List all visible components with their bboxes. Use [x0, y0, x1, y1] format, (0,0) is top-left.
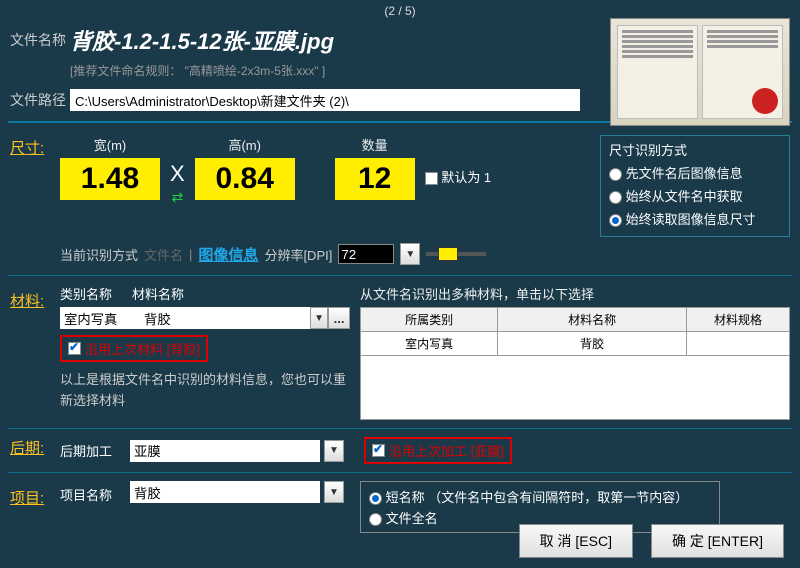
section-project: 项目:	[10, 481, 60, 508]
qty-head: 数量	[335, 135, 415, 158]
recog-title: 尺寸识别方式	[609, 140, 781, 161]
col-matname: 材料名称	[498, 308, 687, 332]
project-combo[interactable]	[130, 481, 320, 503]
fname-dim: 文件名	[144, 245, 183, 264]
cancel-button[interactable]: 取 消 [ESC]	[519, 524, 633, 558]
reuse-post-box[interactable]: 沿用上次加工 [亚膜]	[364, 437, 512, 464]
width-head: 宽(m)	[60, 135, 160, 158]
label-filename: 文件名称	[10, 30, 70, 50]
recog-opt2[interactable]: 始终从文件名中获取	[609, 184, 781, 207]
filepath-input[interactable]	[70, 89, 580, 111]
post-combo[interactable]	[130, 440, 320, 462]
ok-button[interactable]: 确 定 [ENTER]	[651, 524, 784, 558]
dpi-dropdown-arrow[interactable]: ▼	[400, 243, 420, 265]
dpi-select[interactable]	[338, 244, 394, 264]
proj-opt-short[interactable]: 短名称 （文件名中包含有间隔符时，取第一节内容）	[369, 486, 711, 507]
qty-value[interactable]: 12	[335, 158, 415, 200]
material-table[interactable]: 所属类别 材料名称 材料规格 室内写真 背胶	[360, 307, 790, 356]
x-label: X	[170, 161, 185, 186]
section-post: 后期:	[10, 437, 60, 458]
width-value[interactable]: 1.48	[60, 158, 160, 200]
recog-opt1[interactable]: 先文件名后图像信息	[609, 161, 781, 184]
recognition-panel: 尺寸识别方式 先文件名后图像信息 始终从文件名中获取 始终读取图像信息尺寸	[600, 135, 790, 237]
material-combo[interactable]	[140, 307, 310, 329]
table-row[interactable]: 室内写真 背胶	[361, 332, 790, 356]
label-filepath: 文件路径	[10, 90, 70, 110]
reuse-post-checkbox[interactable]	[372, 444, 385, 457]
post-dd-arrow[interactable]: ▼	[324, 440, 344, 462]
filename-value: 背胶-1.2-1.5-12张-亚膜.jpg	[70, 24, 334, 56]
reuse-material-box[interactable]: 沿用上次材料 [背胶]	[60, 335, 208, 362]
col-spec: 材料规格	[687, 308, 790, 332]
col-category: 所属类别	[361, 308, 498, 332]
dpi-slider[interactable]	[426, 247, 486, 261]
file-thumbnail	[610, 18, 790, 126]
img-info-link[interactable]: 图像信息	[198, 244, 258, 265]
material-dd-arrow[interactable]: ▼	[310, 307, 328, 329]
cat-label: 类别名称	[60, 284, 112, 303]
default1-checkbox[interactable]	[425, 172, 438, 185]
default1-label: 默认为 1	[441, 170, 491, 185]
recog-opt3[interactable]: 始终读取图像信息尺寸	[609, 207, 781, 230]
category-combo[interactable]	[60, 307, 140, 329]
cur-recog-label: 当前识别方式	[60, 245, 138, 264]
reuse-material-label: 沿用上次材料 [背胶]	[85, 339, 200, 358]
post-label: 后期加工	[60, 441, 130, 460]
height-value[interactable]: 0.84	[195, 158, 295, 200]
project-label: 项目名称	[60, 481, 130, 504]
seal-icon	[752, 88, 778, 114]
mat-label: 材料名称	[132, 284, 184, 303]
material-hint: 以上是根据文件名中识别的材料信息，您也可以重新选择材料	[60, 370, 350, 412]
reuse-post-label: 沿用上次加工 [亚膜]	[389, 441, 504, 460]
section-material: 材料:	[10, 284, 60, 311]
reuse-material-checkbox[interactable]	[68, 342, 81, 355]
section-size: 尺寸:	[10, 131, 60, 158]
project-dd-arrow[interactable]: ▼	[324, 481, 344, 503]
swap-icon[interactable]: ⇄	[170, 189, 185, 206]
dpi-label: 分辨率[DPI]	[264, 245, 332, 264]
material-browse-button[interactable]: ...	[328, 307, 350, 329]
table-body-blank[interactable]	[360, 356, 790, 420]
mat-right-head: 从文件名识别出多种材料，单击以下选择	[360, 284, 790, 307]
height-head: 高(m)	[195, 135, 295, 158]
